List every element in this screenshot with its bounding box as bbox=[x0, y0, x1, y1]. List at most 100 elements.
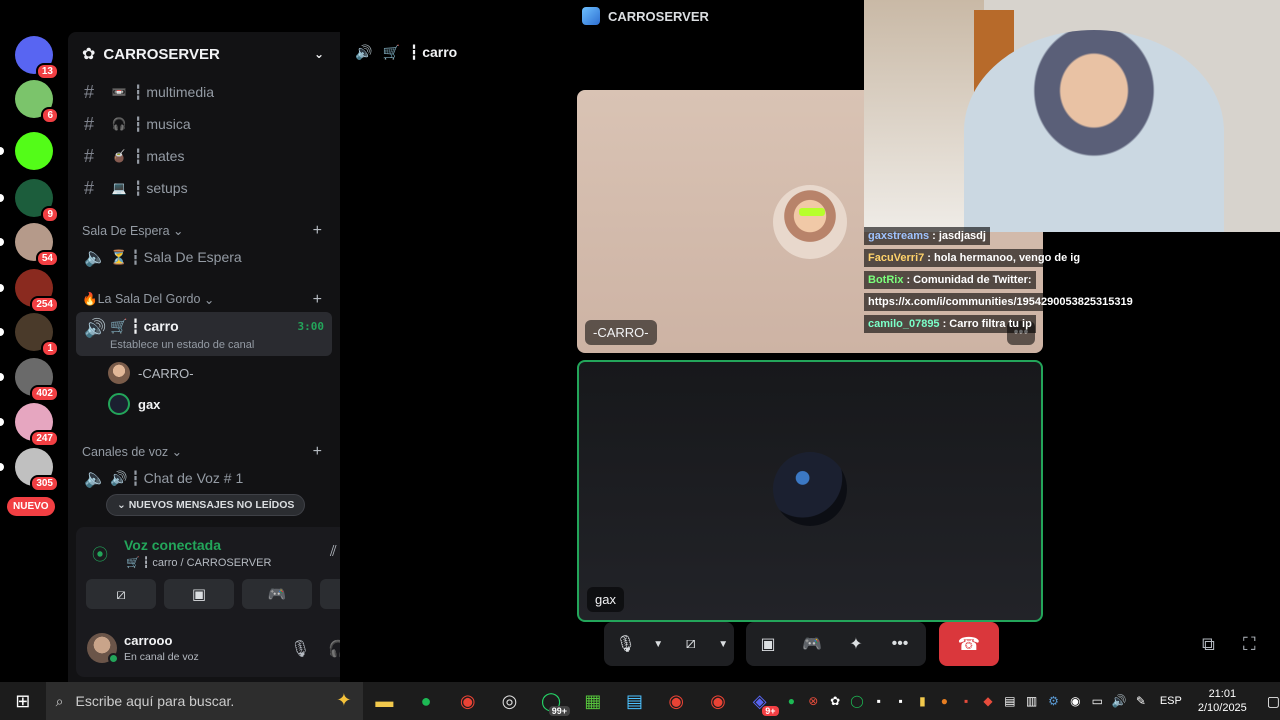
popout-icon[interactable]: ⧉ bbox=[1202, 634, 1215, 655]
taskbar-search[interactable]: ⌕ Escribe aquí para buscar. ✦ bbox=[45, 682, 364, 720]
tray-shield-icon[interactable]: ▮ bbox=[912, 694, 934, 708]
new-messages-badge[interactable]: NUEVO bbox=[7, 497, 55, 516]
whatsapp-icon[interactable]: ◯ 99+ bbox=[530, 682, 572, 720]
search-placeholder: Escribe aquí para buscar. bbox=[75, 693, 235, 709]
server-icon-server-9[interactable]: 305 bbox=[15, 448, 59, 492]
username[interactable]: carrooo bbox=[124, 633, 172, 648]
language-indicator[interactable]: ESP bbox=[1160, 695, 1182, 707]
chrome-icon[interactable]: ◉ bbox=[447, 682, 489, 720]
chrome-profile-icon[interactable]: ◉ bbox=[655, 682, 697, 720]
share-screen-button[interactable]: ▣ bbox=[164, 579, 234, 609]
category-sala-de-espera[interactable]: Sala De Espera ⌄ + bbox=[82, 222, 332, 240]
pen-icon[interactable]: ✎ bbox=[1130, 694, 1152, 708]
category-la-sala-del-gordo[interactable]: 🔥La Sala Del Gordo ⌄ + bbox=[82, 291, 332, 309]
server-icon-server-4[interactable]: 54 bbox=[15, 223, 59, 267]
camera-off-button[interactable]: ⧄ bbox=[86, 579, 156, 609]
microphone-button[interactable]: 🎙 bbox=[604, 622, 647, 666]
voice-channel-chat-de-voz-1[interactable]: 🔈 🔊 ┇ Chat de Voz # 1 bbox=[76, 463, 332, 493]
chrome-profile-2-icon[interactable]: ◉ bbox=[697, 682, 739, 720]
tray-app-6-icon[interactable]: ◆ bbox=[977, 694, 999, 708]
voice-user-carro[interactable]: -CARRO- bbox=[108, 362, 194, 384]
hang-up-button[interactable]: ☎ bbox=[939, 622, 999, 666]
windows-start-icon[interactable]: ⊞ bbox=[0, 691, 46, 712]
store-icon[interactable]: ▤ bbox=[614, 682, 656, 720]
voice-user-gax[interactable]: gax bbox=[108, 393, 160, 415]
soundboard-icon: ✦ bbox=[849, 636, 863, 653]
participant-tile-gax[interactable]: gax bbox=[577, 360, 1043, 622]
voice-channel-sala-de-espera[interactable]: 🔈 ⏳ ┇ Sala De Espera bbox=[76, 242, 332, 272]
camera-options-button[interactable]: ▼ bbox=[712, 622, 734, 666]
channel-label: ⏳ ┇ Sala De Espera bbox=[110, 248, 242, 265]
channel-multimedia[interactable]: # 📼 ┇ multimedia bbox=[76, 77, 332, 107]
tray-settings-icon[interactable]: ⚙ bbox=[1043, 694, 1065, 708]
tray-app-8-icon[interactable]: ▥ bbox=[1021, 694, 1043, 708]
volume-icon[interactable]: 🔊 bbox=[1108, 694, 1130, 708]
discord-icon[interactable]: ◈ 9+ bbox=[739, 682, 781, 720]
unread-indicator bbox=[0, 463, 4, 471]
share-screen-button[interactable]: ▣ bbox=[746, 622, 790, 666]
participant-avatar bbox=[773, 185, 847, 259]
unread-badge: 305 bbox=[30, 475, 59, 492]
tray-steam-icon[interactable]: ◉ bbox=[1064, 694, 1086, 708]
tray-app-icon[interactable]: ⊗ bbox=[802, 694, 824, 708]
category-canales-de-voz[interactable]: Canales de voz ⌄ + bbox=[82, 443, 332, 461]
server-icon-server-5[interactable]: 254 bbox=[15, 269, 59, 313]
channel-label: ┇ setups bbox=[134, 179, 188, 196]
notification-icon[interactable]: ▢ bbox=[1267, 693, 1280, 710]
voice-connected-label[interactable]: Voz conectada bbox=[124, 537, 221, 553]
add-channel-icon[interactable]: + bbox=[313, 291, 322, 309]
tray-app-2-icon[interactable]: ▪ bbox=[868, 694, 890, 708]
voice-channel-carro[interactable]: 🔊 🛒 ┇ carro 3:00 Establece un estado de … bbox=[76, 312, 332, 356]
spotify-tray-icon[interactable]: ● bbox=[781, 694, 803, 708]
network-icon[interactable]: ▭ bbox=[1086, 694, 1108, 708]
channel-sidebar: ✿ CARROSERVER ⌄ # 📼 ┇ multimedia # 🎧 ┇ m… bbox=[68, 32, 402, 682]
activities-button[interactable]: 🎮 bbox=[790, 622, 834, 666]
voice-channel-path[interactable]: 🛒 ┇ carro / CARROSERVER bbox=[126, 556, 271, 569]
taskbar-clock[interactable]: 21:01 2/10/2025 bbox=[1198, 687, 1247, 715]
mic-options-button[interactable]: ▼ bbox=[647, 622, 669, 666]
tray-app-4-icon[interactable]: ● bbox=[933, 694, 955, 708]
tray-app-5-icon[interactable]: ▪ bbox=[955, 694, 977, 708]
channel-setups[interactable]: # 💻 ┇ setups bbox=[76, 173, 332, 203]
more-button[interactable]: ••• bbox=[878, 622, 922, 666]
spotify-icon[interactable]: ● bbox=[405, 682, 447, 720]
activities-button[interactable]: 🎮 bbox=[242, 579, 312, 609]
windows-taskbar: ⊞ ⌕ Escribe aquí para buscar. ✦ ▬ ● ◉ ◎ … bbox=[0, 682, 1280, 720]
channel-musica[interactable]: # 🎧 ┇ musica bbox=[76, 109, 332, 139]
minecraft-icon[interactable]: ▦ bbox=[572, 682, 614, 720]
avatar bbox=[108, 362, 130, 384]
microphone-icon[interactable]: 🎙 bbox=[290, 639, 310, 659]
tray-app-3-icon[interactable]: ▪ bbox=[890, 694, 912, 708]
file-explorer-icon[interactable]: ▬ bbox=[363, 682, 405, 720]
speaker-icon: 🔊 bbox=[355, 44, 373, 60]
channel-mates[interactable]: # 🧉 ┇ mates bbox=[76, 141, 332, 171]
tray-app-7-icon[interactable]: ▤ bbox=[999, 694, 1021, 708]
phone-hangup-icon: ☎ bbox=[957, 633, 981, 654]
camera-button[interactable]: ⧄ bbox=[669, 622, 712, 666]
chatgpt-tray-icon[interactable]: ✿ bbox=[824, 694, 846, 708]
tray-green-icon[interactable]: ◯ bbox=[846, 694, 868, 708]
noise-suppression-icon[interactable]: ⫽ bbox=[330, 543, 337, 560]
soundboard-button[interactable]: ✦ bbox=[834, 622, 878, 666]
unread-messages-pill[interactable]: ⌄ NUEVOS MENSAJES NO LEÍDOS bbox=[106, 494, 306, 516]
obs-icon[interactable]: ◎ bbox=[489, 682, 531, 720]
chat-text: : hola hermanoo, vengo de ig bbox=[927, 252, 1081, 264]
server-header[interactable]: ✿ CARROSERVER ⌄ bbox=[68, 32, 340, 76]
unread-badge: 6 bbox=[41, 107, 59, 124]
server-icon-server-7[interactable]: 402 bbox=[15, 358, 59, 402]
chat-text: : Carro filtra tu ip bbox=[942, 318, 1032, 330]
chevron-down-icon: ⌄ bbox=[169, 224, 184, 238]
hash-icon: # bbox=[84, 113, 95, 134]
microphone-icon: 🎙 bbox=[615, 636, 636, 653]
add-channel-icon[interactable]: + bbox=[313, 222, 322, 240]
server-icon-discord-home[interactable]: 13 bbox=[15, 36, 59, 80]
server-icon-server-avatar-1[interactable]: 6 bbox=[15, 80, 59, 124]
server-icon-server-green[interactable]: 9 bbox=[15, 179, 59, 223]
channel-status[interactable]: Establece un estado de canal bbox=[110, 339, 254, 351]
add-channel-icon[interactable]: + bbox=[313, 443, 322, 461]
server-icon bbox=[582, 7, 600, 25]
server-icon-server-8[interactable]: 247 bbox=[15, 403, 59, 447]
fullscreen-icon[interactable]: ⛶ bbox=[1243, 634, 1256, 655]
server-icon-server-6[interactable]: 1 bbox=[15, 313, 59, 357]
server-icon-kick[interactable] bbox=[15, 132, 53, 170]
